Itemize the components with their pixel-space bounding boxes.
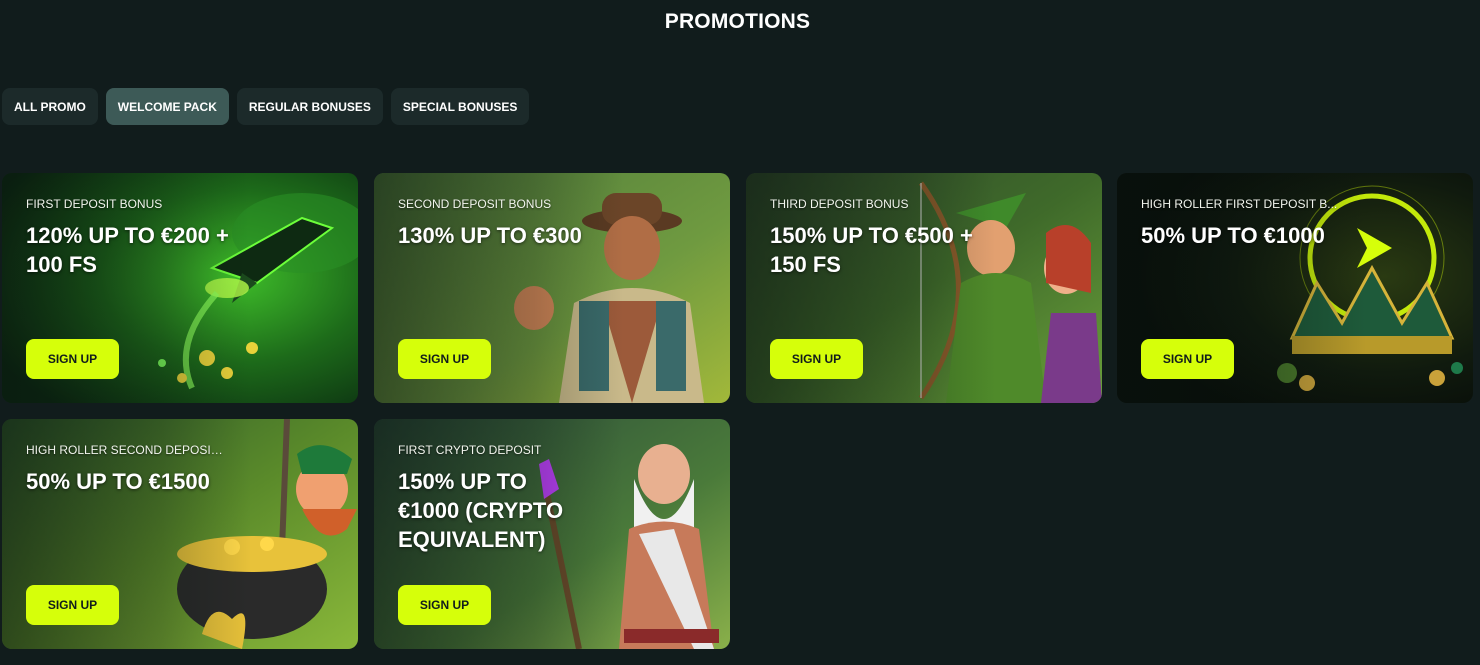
promo-card-second-deposit[interactable]: SECOND DEPOSIT BONUS 130% UP TO €300 SIG…	[374, 173, 730, 403]
sign-up-button[interactable]: SIGN UP	[398, 585, 491, 625]
sign-up-button[interactable]: SIGN UP	[1141, 339, 1234, 379]
tab-welcome-pack[interactable]: WELCOME PACK	[105, 88, 229, 125]
promo-filter-tabs: ALL PROMO WELCOME PACK REGULAR BONUSES S…	[2, 88, 530, 125]
promo-label: HIGH ROLLER FIRST DEPOSIT B...	[1141, 197, 1338, 211]
tab-regular-bonuses[interactable]: REGULAR BONUSES	[236, 88, 383, 125]
promo-label: THIRD DEPOSIT BONUS	[770, 197, 909, 211]
promotions-page: PROMOTIONS ALL PROMO WELCOME PACK REGULA…	[0, 0, 1480, 665]
promo-card-first-crypto[interactable]: FIRST CRYPTO DEPOSIT 150% UP TO €1000 (C…	[374, 419, 730, 649]
page-title: PROMOTIONS	[664, 10, 811, 33]
tab-all-promo[interactable]: ALL PROMO	[2, 88, 98, 125]
promo-offer: 50% UP TO €1000	[1141, 223, 1325, 248]
promo-card-third-deposit[interactable]: THIRD DEPOSIT BONUS 150% UP TO €500 + 15…	[746, 173, 1102, 403]
promo-label: SECOND DEPOSIT BONUS	[398, 197, 552, 211]
promo-label: HIGH ROLLER SECOND DEPOSIT...	[26, 443, 226, 457]
promo-offer: 150% UP TO €1000 (CRYPTO EQUIVALENT)	[398, 469, 564, 552]
promo-card-first-deposit[interactable]: FIRST DEPOSIT BONUS 120% UP TO €200 + 10…	[2, 173, 358, 403]
sign-up-button[interactable]: SIGN UP	[770, 339, 863, 379]
promo-card-high-roller-first[interactable]: HIGH ROLLER FIRST DEPOSIT B... 50% UP TO…	[1117, 173, 1473, 403]
promo-offer: 130% UP TO €300	[398, 223, 582, 248]
sign-up-button[interactable]: SIGN UP	[26, 339, 119, 379]
sign-up-button[interactable]: SIGN UP	[398, 339, 491, 379]
promo-offer: 150% UP TO €500 + 150 FS	[770, 223, 973, 277]
tab-special-bonuses[interactable]: SPECIAL BONUSES	[390, 88, 530, 125]
promo-label: FIRST DEPOSIT BONUS	[26, 197, 163, 211]
sign-up-button[interactable]: SIGN UP	[26, 585, 119, 625]
promo-card-high-roller-second[interactable]: HIGH ROLLER SECOND DEPOSIT... 50% UP TO …	[2, 419, 358, 649]
promo-label: FIRST CRYPTO DEPOSIT	[398, 443, 542, 457]
promo-offer: 120% UP TO €200 + 100 FS	[26, 223, 229, 277]
promo-offer: 50% UP TO €1500	[26, 469, 210, 494]
